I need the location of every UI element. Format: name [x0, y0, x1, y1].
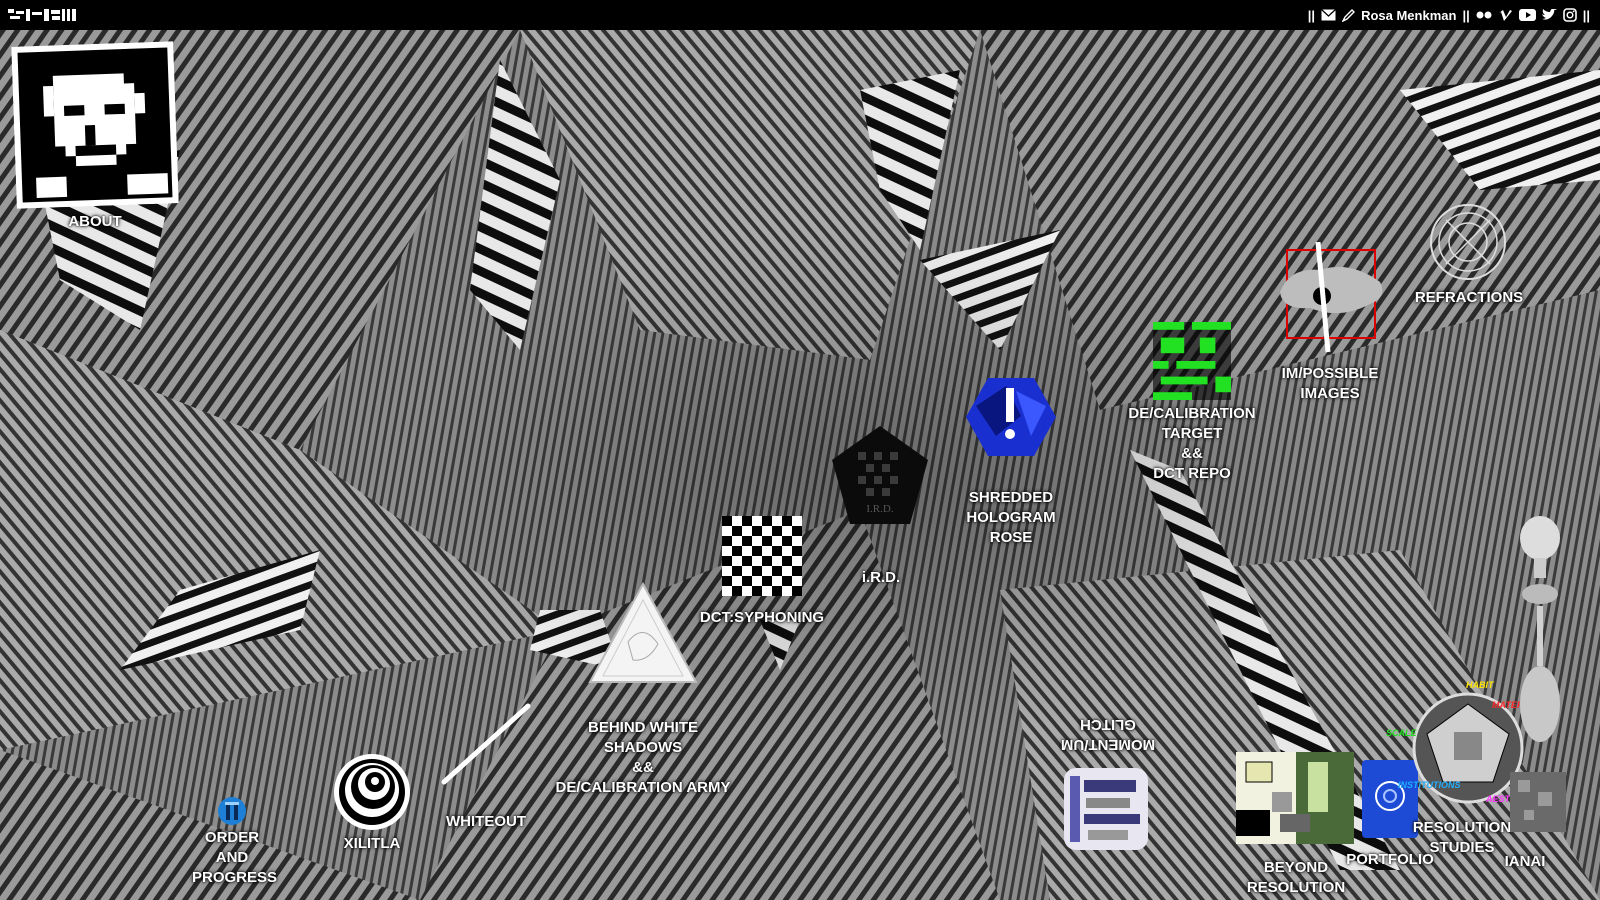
ird-link[interactable]: I.R.D. i.R.D. [826, 424, 936, 590]
site-logo-icon[interactable] [6, 7, 78, 23]
behind-white-shadows-label: BEHIND WHITE SHADOWS && DE/CALIBRATION ARMY [555, 719, 731, 796]
beyond-resolution-thumb [1236, 752, 1354, 844]
portrait-image [11, 41, 179, 209]
mail-icon[interactable] [1321, 9, 1336, 21]
order-and-progress-label: ORDER AND PROGRESS [192, 829, 278, 886]
impossible-images-label: IM/POSSIBLE IMAGES [1281, 365, 1379, 402]
xilitla-spiral-thumb [334, 754, 410, 830]
youtube-icon[interactable] [1518, 9, 1536, 21]
whiteout-link[interactable]: WHITEOUT [426, 700, 546, 840]
ianai-figure-thumb [1510, 516, 1566, 832]
decalibration-target-thumb [1153, 322, 1231, 400]
refractions-label: REFRACTIONS [1414, 289, 1524, 306]
xilitla-link[interactable]: XILITLA [322, 752, 422, 862]
glitch-book-thumb [1064, 768, 1148, 850]
ianai-link[interactable]: IANAI [1490, 514, 1590, 894]
top-bar: || Rosa Menkman || || [0, 0, 1600, 30]
refractions-link[interactable]: REFRACTIONS [1404, 202, 1534, 314]
impossible-images-link[interactable]: IM/POSSIBLE IMAGES [1265, 242, 1395, 412]
shredded-hologram-label: SHREDDED HOLOGRAM ROSE [966, 489, 1056, 546]
ianai-label: IANAI [1504, 853, 1546, 870]
vimeo-icon[interactable] [1498, 9, 1513, 22]
top-nav: || Rosa Menkman || || [1308, 0, 1590, 30]
order-progress-globe-icon [218, 797, 246, 825]
ird-pentagon-thumb: I.R.D. [832, 426, 928, 524]
twitter-icon[interactable] [1541, 9, 1557, 21]
instagram-icon[interactable] [1562, 8, 1577, 22]
decalibration-target-link[interactable]: DE/CALIBRATION TARGET && DCT REPO [1122, 322, 1262, 490]
ird-badge-text: I.R.D. [866, 503, 893, 515]
shredded-hologram-thumb [966, 378, 1056, 456]
white-triangle-thumb [588, 582, 698, 683]
flickr-icon[interactable] [1476, 11, 1492, 19]
separator: || [1307, 7, 1316, 23]
institutions-word: INSTITUTIONS [1398, 780, 1461, 790]
about-link[interactable]: ABOUT [11, 41, 179, 236]
about-label: ABOUT [68, 213, 122, 230]
scale-word: SCALE [1386, 728, 1417, 738]
order-and-progress-link[interactable]: ORDER AND PROGRESS [192, 796, 278, 900]
whiteout-line-thumb [441, 703, 531, 785]
shredded-hologram-rose-link[interactable]: SHREDDED HOLOGRAM ROSE [956, 376, 1066, 548]
separator: || [1582, 7, 1590, 23]
decalibration-target-label: DE/CALIBRATION TARGET && DCT REPO [1128, 405, 1256, 482]
impossible-images-thumb [1280, 242, 1383, 353]
separator: || [1462, 7, 1470, 23]
glitch-momentum-link[interactable]: MOMENT/UM GLITCH [1048, 714, 1168, 854]
xilitla-label: XILITLA [343, 835, 401, 852]
ird-label: i.R.D. [861, 569, 901, 586]
behind-white-shadows-link[interactable]: BEHIND WHITE SHADOWS && DE/CALIBRATION ARMY [548, 582, 738, 802]
pen-icon[interactable] [1342, 8, 1356, 22]
glitch-momentum-label: MOMENT/UM GLITCH [1060, 716, 1156, 753]
refractions-seal-icon [1430, 204, 1506, 280]
whiteout-label: WHITEOUT [446, 813, 526, 830]
author-name-link[interactable]: Rosa Menkman [1361, 8, 1456, 23]
